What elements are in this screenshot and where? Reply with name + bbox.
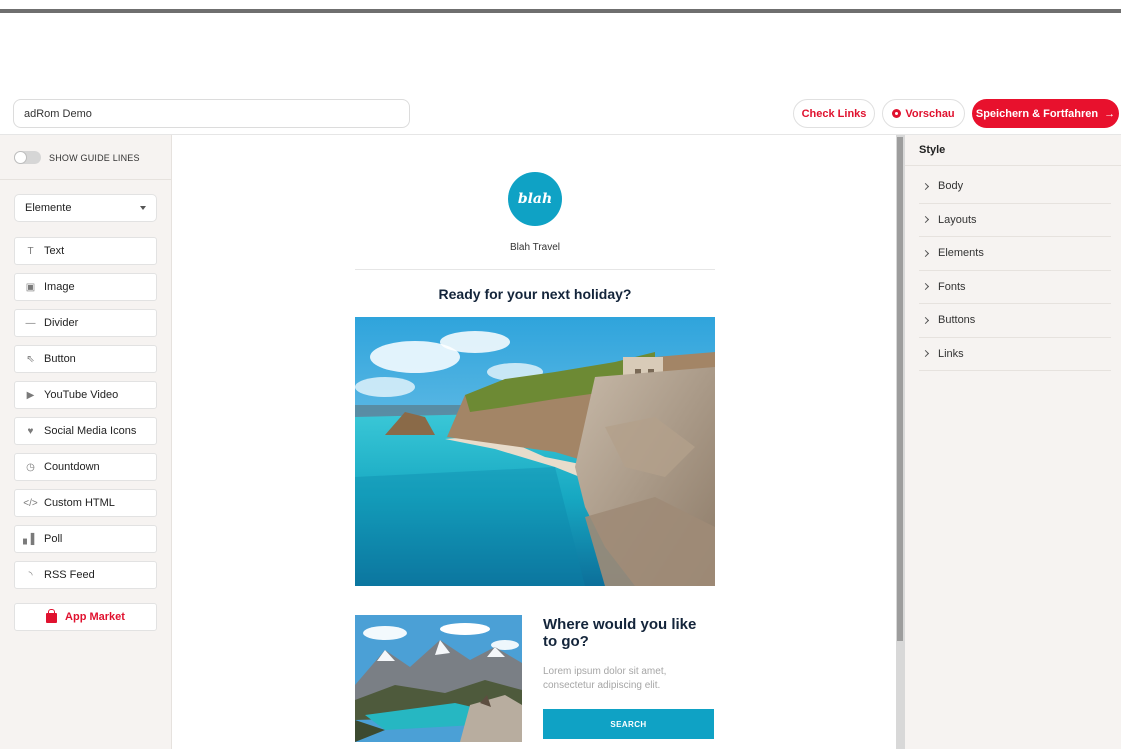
element-item-youtube-video[interactable]: ▶ YouTube Video: [14, 381, 157, 409]
save-continue-button[interactable]: Speichern & Fortfahren →: [972, 99, 1119, 128]
chevron-right-icon: [921, 316, 930, 324]
eye-icon: [892, 109, 902, 118]
shopping-bag-icon: [46, 609, 58, 623]
element-item-label: Countdown: [44, 461, 100, 473]
heart-icon: ♥: [27, 425, 34, 437]
element-item-button[interactable]: ⇖ Button: [14, 345, 157, 373]
element-item-label: YouTube Video: [44, 389, 119, 401]
style-section-label: Links: [938, 347, 964, 360]
preview-button[interactable]: Vorschau: [882, 99, 965, 128]
caret-down-icon: [140, 206, 146, 210]
mountain-lake-image[interactable]: [355, 615, 522, 742]
button-cursor-icon: ⇖: [26, 353, 35, 365]
window-top-bar: [0, 9, 1121, 13]
arrow-right-icon: →: [1104, 107, 1116, 120]
video-icon: ▶: [26, 389, 35, 401]
left-sidebar: SHOW GUIDE LINES Elemente T Text ▣ Image — Di…: [0, 135, 172, 749]
code-icon: </>: [23, 497, 38, 509]
style-section-fonts[interactable]: Fonts: [919, 271, 1111, 304]
style-section-label: Buttons: [938, 314, 976, 327]
element-item-label: Poll: [44, 533, 63, 545]
bar-chart-icon: ▖▌: [23, 533, 38, 545]
hero-image[interactable]: [355, 317, 715, 586]
element-item-text[interactable]: T Text: [14, 237, 157, 265]
content-divider: [355, 269, 715, 270]
editor-header: Check Links Vorschau Speichern & Fortfah…: [0, 96, 1121, 134]
clock-icon: ◷: [26, 461, 35, 473]
search-button[interactable]: SEARCH: [543, 709, 714, 739]
style-section-buttons[interactable]: Buttons: [919, 304, 1111, 338]
element-item-label: Text: [44, 245, 65, 257]
app-market-label: App Market: [65, 611, 125, 623]
style-section-body[interactable]: Body: [919, 170, 1111, 204]
element-item-image[interactable]: ▣ Image: [14, 273, 157, 301]
element-item-countdown[interactable]: ◷ Countdown: [14, 453, 157, 481]
dropdown-selected-label: Elemente: [25, 202, 72, 214]
chevron-right-icon: [921, 350, 930, 358]
element-item-divider[interactable]: — Divider: [14, 309, 157, 337]
rss-icon: ◝: [28, 569, 33, 581]
chevron-right-icon: [921, 182, 930, 190]
chevron-right-icon: [921, 249, 930, 257]
email-canvas[interactable]: blah Blah Travel Ready for your next hol…: [173, 135, 896, 749]
style-section-elements[interactable]: Elements: [919, 237, 1111, 271]
divider-icon: —: [25, 317, 36, 329]
right-sidebar: Style Body Layouts Elements Fonts Buttons Lin…: [905, 135, 1121, 749]
scrollbar-thumb[interactable]: [897, 137, 903, 641]
element-item-label: RSS Feed: [44, 569, 95, 581]
guide-lines-label: SHOW GUIDE LINES: [49, 152, 140, 163]
chevron-right-icon: [921, 216, 930, 224]
element-item-label: Button: [44, 353, 76, 365]
element-item-rss-feed[interactable]: ◝ RSS Feed: [14, 561, 157, 589]
element-item-label: Image: [44, 281, 75, 293]
canvas-scrollbar[interactable]: [896, 135, 905, 749]
style-section-links[interactable]: Links: [919, 338, 1111, 371]
style-panel-title: Style: [905, 135, 1121, 166]
style-section-label: Layouts: [938, 213, 977, 226]
save-label: Speichern & Fortfahren: [975, 107, 1099, 120]
template-name-input[interactable]: [13, 99, 410, 128]
element-item-social-media-icons[interactable]: ♥ Social Media Icons: [14, 417, 157, 445]
style-section-layouts[interactable]: Layouts: [919, 204, 1111, 237]
style-section-label: Body: [938, 180, 964, 193]
sidebar-divider: [0, 179, 171, 180]
app-market-button[interactable]: App Market: [14, 603, 157, 631]
text-icon: T: [27, 245, 34, 257]
guide-lines-toggle-row[interactable]: SHOW GUIDE LINES: [14, 151, 140, 164]
chevron-right-icon: [921, 283, 930, 291]
style-section-label: Elements: [938, 247, 984, 260]
brand-logo: blah: [508, 172, 562, 226]
element-item-label: Divider: [44, 317, 79, 329]
element-list: T Text ▣ Image — Divider ⇖ Button ▶ YouTube Video…: [14, 237, 157, 597]
brand-name: Blah Travel: [509, 242, 561, 253]
preview-label: Vorschau: [905, 107, 955, 120]
element-item-custom-html[interactable]: </> Custom HTML: [14, 489, 157, 517]
elements-dropdown[interactable]: Elemente: [14, 194, 157, 222]
element-item-label: Social Media Icons: [44, 425, 137, 437]
element-item-poll[interactable]: ▖▌ Poll: [14, 525, 157, 553]
style-section-list: Body Layouts Elements Fonts Buttons Links: [905, 170, 1121, 371]
mountain-lake-photo: [355, 615, 522, 742]
image-icon: ▣: [25, 281, 36, 293]
section-headline: Where would you like to go?: [543, 616, 697, 650]
coastal-beach-photo: [355, 317, 715, 586]
check-links-button[interactable]: Check Links: [793, 99, 875, 128]
style-section-label: Fonts: [938, 280, 966, 293]
element-item-label: Custom HTML: [44, 497, 115, 509]
guide-lines-toggle[interactable]: [14, 151, 41, 164]
section-body-text: Lorem ipsum dolor sit amet, consectetur …: [543, 666, 667, 691]
email-headline: Ready for your next holiday?: [438, 286, 632, 302]
